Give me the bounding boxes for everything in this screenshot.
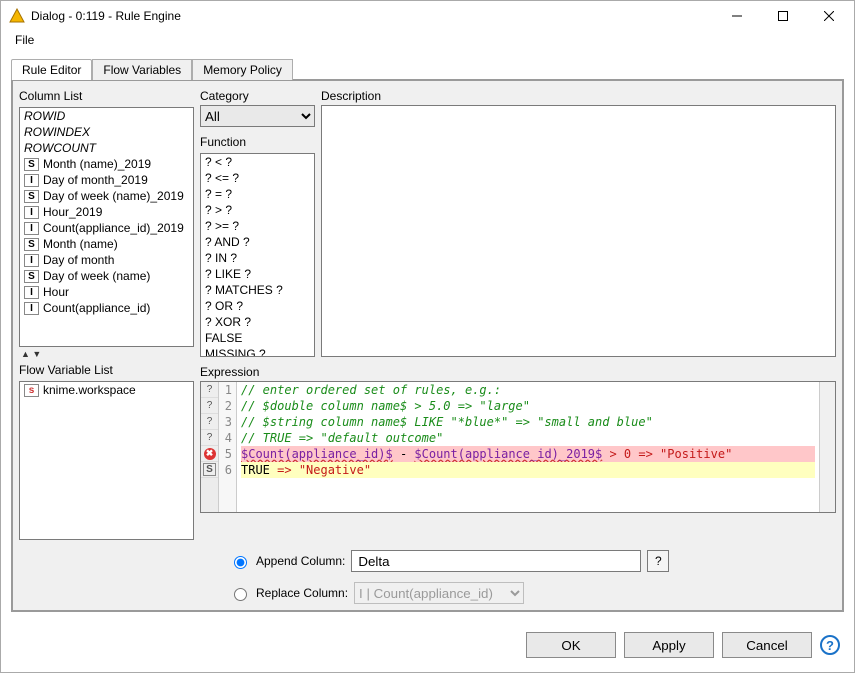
footer: OK Apply Cancel ?: [1, 622, 854, 672]
list-item[interactable]: IDay of month_2019: [20, 172, 193, 188]
append-column-radio[interactable]: [234, 556, 247, 569]
splitter-handle[interactable]: ▲ ▼: [19, 349, 194, 359]
list-item[interactable]: s knime.workspace: [20, 382, 193, 398]
list-item[interactable]: ? OR ?: [201, 298, 314, 314]
list-item[interactable]: ? MATCHES ?: [201, 282, 314, 298]
left-column: Column List ROWID ROWINDEX ROWCOUNT SMon…: [19, 87, 194, 540]
code-area[interactable]: // enter ordered set of rules, e.g.: // …: [237, 382, 819, 512]
type-i-icon: I: [24, 286, 39, 299]
list-item[interactable]: ROWCOUNT: [20, 140, 193, 156]
list-item[interactable]: SDay of week (name)_2019: [20, 188, 193, 204]
right-column: Category All Function ? < ? ? <= ? ? = ?…: [200, 87, 836, 540]
type-i-icon: I: [24, 302, 39, 315]
content-area: Rule Editor Flow Variables Memory Policy…: [1, 51, 854, 622]
ok-button[interactable]: OK: [526, 632, 616, 658]
tab-flow-variables[interactable]: Flow Variables: [92, 59, 192, 80]
list-item[interactable]: ROWID: [20, 108, 193, 124]
list-item[interactable]: FALSE: [201, 330, 314, 346]
append-column-input[interactable]: [351, 550, 641, 572]
help-square-button[interactable]: ?: [647, 550, 669, 572]
function-label: Function: [200, 133, 315, 151]
titlebar: Dialog - 0:119 - Rule Engine: [1, 1, 854, 31]
menu-bar: File: [1, 31, 854, 51]
editor-gutter-numbers: 123456: [219, 382, 237, 512]
close-button[interactable]: [806, 1, 852, 31]
type-s-icon: S: [24, 158, 39, 171]
type-i-icon: I: [24, 222, 39, 235]
tab-rule-editor[interactable]: Rule Editor: [11, 59, 92, 80]
type-i-icon: I: [24, 206, 39, 219]
replace-column-select: I | Count(appliance_id): [354, 582, 524, 604]
editor-scrollbar[interactable]: [819, 382, 835, 512]
type-i-icon: I: [24, 174, 39, 187]
flowvar-s-icon: s: [24, 384, 39, 397]
column-list-label: Column List: [19, 87, 194, 105]
description-box: [321, 105, 836, 357]
line-error-icon: ✖: [201, 446, 218, 462]
type-s-icon: S: [24, 190, 39, 203]
list-item[interactable]: ? = ?: [201, 186, 314, 202]
list-item[interactable]: ICount(appliance_id): [20, 300, 193, 316]
list-item[interactable]: SDay of week (name): [20, 268, 193, 284]
list-item[interactable]: IDay of month: [20, 252, 193, 268]
flow-var-list-label: Flow Variable List: [19, 361, 194, 379]
list-item[interactable]: ? < ?: [201, 154, 314, 170]
column-list[interactable]: ROWID ROWINDEX ROWCOUNT SMonth (name)_20…: [19, 107, 194, 347]
replace-column-label: Replace Column:: [256, 586, 348, 600]
line-status-icon: ?: [201, 398, 218, 414]
line-status-icon: ?: [201, 430, 218, 446]
list-item[interactable]: SMonth (name): [20, 236, 193, 252]
list-item[interactable]: ? <= ?: [201, 170, 314, 186]
list-item[interactable]: MISSING ?: [201, 346, 314, 357]
editor-gutter-icons: ? ? ? ? ✖ S: [201, 382, 219, 512]
minimize-button[interactable]: [714, 1, 760, 31]
window-title: Dialog - 0:119 - Rule Engine: [31, 9, 714, 23]
list-item[interactable]: IHour: [20, 284, 193, 300]
list-item[interactable]: ICount(appliance_id)_2019: [20, 220, 193, 236]
expression-label: Expression: [200, 363, 836, 381]
function-list[interactable]: ? < ? ? <= ? ? = ? ? > ? ? >= ? ? AND ? …: [200, 153, 315, 357]
list-item[interactable]: ? >= ?: [201, 218, 314, 234]
list-item[interactable]: ? XOR ?: [201, 314, 314, 330]
line-status-icon: ?: [201, 382, 218, 398]
list-item[interactable]: ? AND ?: [201, 234, 314, 250]
line-status-icon: ?: [201, 414, 218, 430]
list-item[interactable]: ? > ?: [201, 202, 314, 218]
menu-file[interactable]: File: [9, 31, 40, 49]
type-i-icon: I: [24, 254, 39, 267]
tab-memory-policy[interactable]: Memory Policy: [192, 59, 293, 80]
description-label: Description: [321, 87, 836, 105]
type-s-icon: S: [24, 238, 39, 251]
rule-editor-panel: Column List ROWID ROWINDEX ROWCOUNT SMon…: [11, 79, 844, 612]
output-options: Append Column: ? Replace Column: I | Cou…: [229, 550, 836, 604]
flow-variable-list[interactable]: s knime.workspace: [19, 381, 194, 540]
replace-column-radio[interactable]: [234, 588, 247, 601]
category-select[interactable]: All: [200, 105, 315, 127]
line-status-icon: S: [201, 462, 218, 478]
type-s-icon: S: [24, 270, 39, 283]
category-label: Category: [200, 87, 315, 105]
app-icon: [9, 8, 25, 24]
list-item[interactable]: SMonth (name)_2019: [20, 156, 193, 172]
help-icon[interactable]: ?: [820, 635, 840, 655]
tabstrip: Rule Editor Flow Variables Memory Policy: [11, 57, 844, 79]
apply-button[interactable]: Apply: [624, 632, 714, 658]
expression-editor[interactable]: ? ? ? ? ✖ S 123456 // enter ordered set …: [200, 381, 836, 513]
list-item[interactable]: IHour_2019: [20, 204, 193, 220]
cancel-button[interactable]: Cancel: [722, 632, 812, 658]
maximize-button[interactable]: [760, 1, 806, 31]
append-column-label: Append Column:: [256, 554, 345, 568]
list-item[interactable]: ROWINDEX: [20, 124, 193, 140]
list-item[interactable]: ? LIKE ?: [201, 266, 314, 282]
list-item[interactable]: ? IN ?: [201, 250, 314, 266]
